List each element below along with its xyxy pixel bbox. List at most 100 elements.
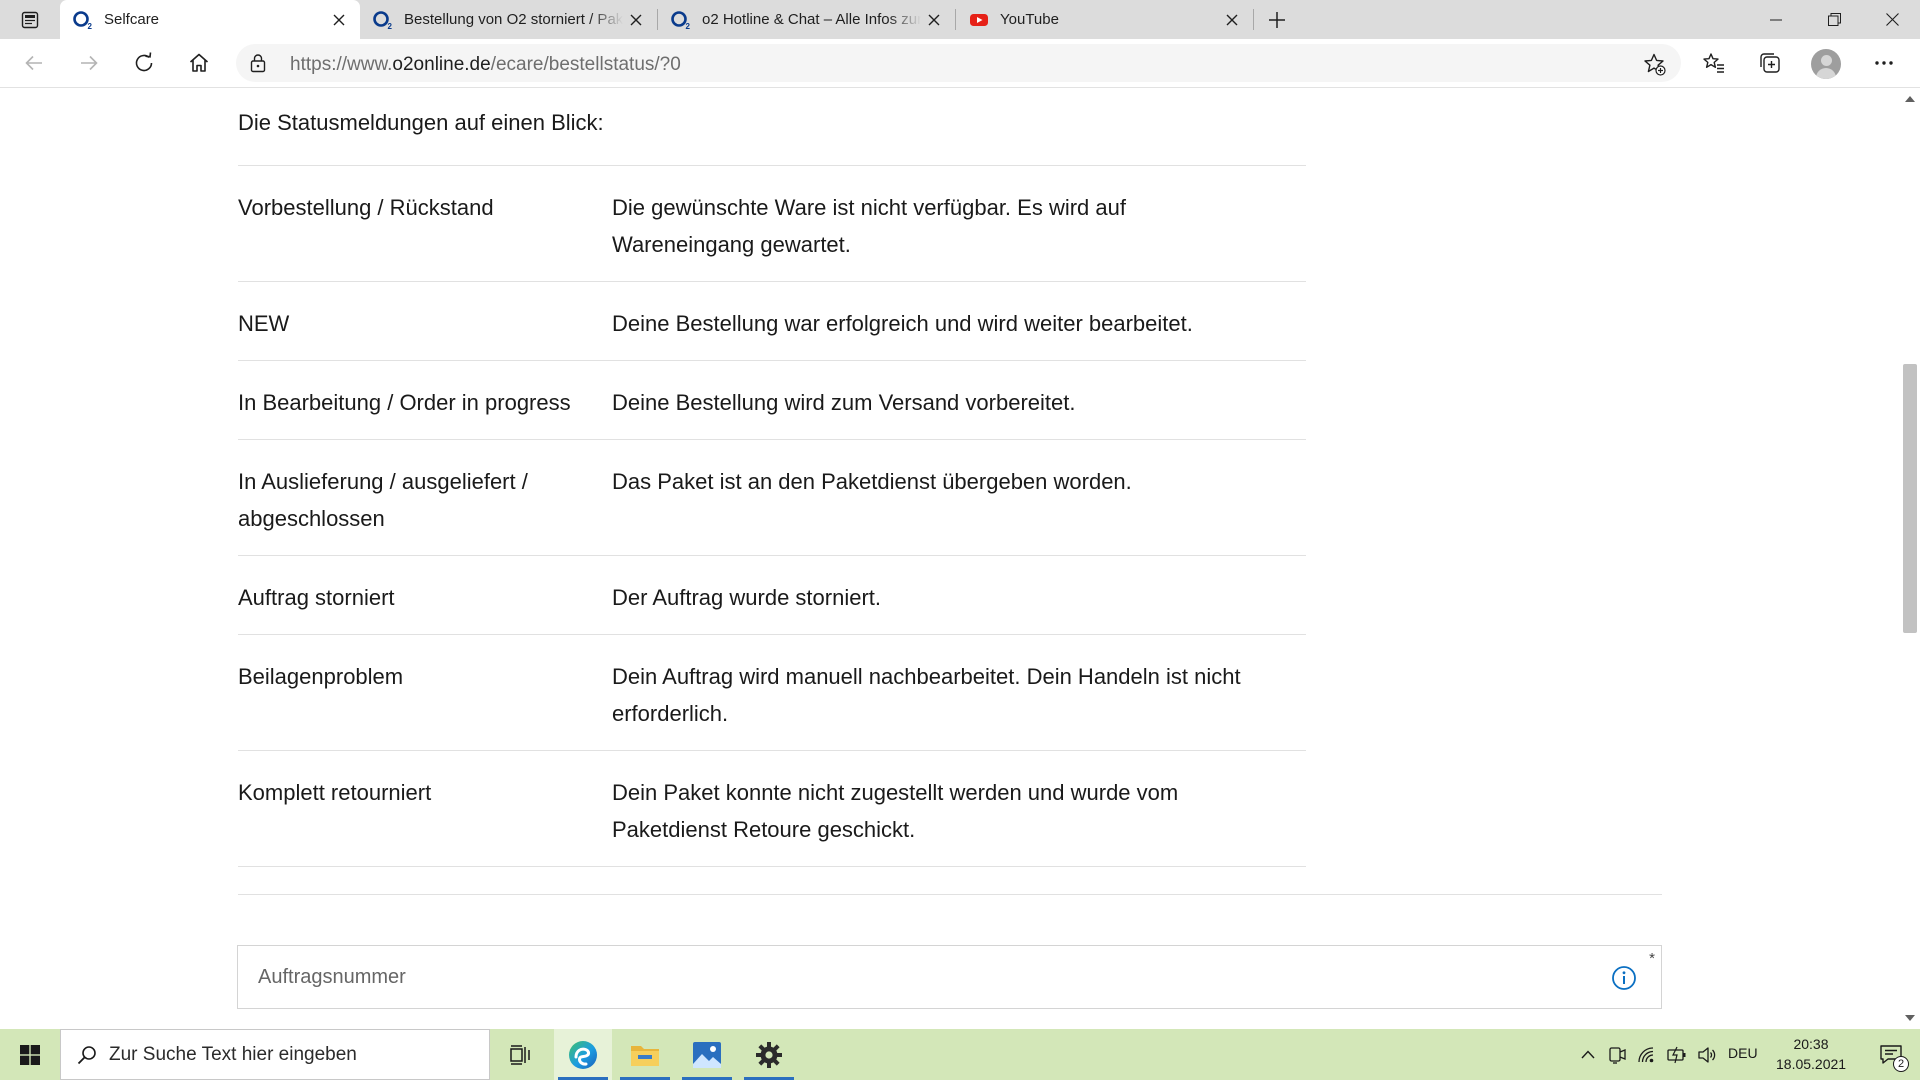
status-label: Auftrag storniert <box>238 585 395 610</box>
scroll-down-icon[interactable] <box>1900 1009 1920 1027</box>
lock-icon[interactable] <box>250 53 266 73</box>
status-description: Das Paket ist an den Paketdienst übergeb… <box>612 469 1132 494</box>
status-label: Vorbestellung / Rückstand <box>238 195 494 220</box>
tab-title: Bestellung von O2 storniert / Paket <box>404 11 623 28</box>
o2-logo-icon: 2 <box>670 9 692 31</box>
start-button[interactable] <box>0 1029 60 1080</box>
order-number-input[interactable] <box>238 946 1578 1008</box>
tray-meet-now[interactable] <box>1604 1029 1630 1080</box>
tab-actions-icon <box>21 11 39 28</box>
chevron-up-icon <box>1581 1050 1595 1059</box>
tray-network[interactable] <box>1634 1029 1660 1080</box>
table-row: NEW Deine Bestellung war erfolgreich und… <box>238 282 1306 361</box>
windows-taskbar: Zur Suche Text hier eingeben DEU 20:38 1… <box>0 1029 1920 1080</box>
forward-button[interactable] <box>71 46 107 80</box>
tab-actions-button[interactable] <box>0 0 60 39</box>
collections-button[interactable] <box>1752 46 1788 80</box>
collections-icon <box>1760 53 1780 73</box>
battery-icon <box>1667 1046 1686 1063</box>
minimize-button[interactable] <box>1748 0 1804 39</box>
table-row: Komplett retourniert Dein Paket konnte n… <box>238 751 1306 867</box>
close-tab-icon[interactable] <box>326 7 352 33</box>
page-scrollbar[interactable] <box>1900 88 1920 1029</box>
restore-button[interactable] <box>1806 0 1862 39</box>
info-icon[interactable] <box>1611 965 1637 991</box>
address-bar[interactable]: https://www.o2online.de/ecare/bestellsta… <box>236 44 1681 82</box>
svg-text:2: 2 <box>686 22 691 31</box>
taskbar-edge[interactable] <box>554 1029 612 1080</box>
o2-logo-icon: 2 <box>72 9 94 31</box>
wifi-icon <box>1638 1046 1654 1062</box>
input-language-indicator[interactable]: DEU <box>1728 1045 1758 1061</box>
status-description: Deine Bestellung wird zum Versand vorber… <box>612 390 1076 415</box>
profile-avatar[interactable] <box>1811 49 1841 79</box>
status-description: Die gewünschte Ware ist nicht verfügbar.… <box>612 195 1126 257</box>
taskbar-clock[interactable]: 20:38 18.05.2021 <box>1776 1034 1846 1074</box>
browser-toolbar: https://www.o2online.de/ecare/bestellsta… <box>0 39 1920 88</box>
plus-icon <box>1269 12 1285 28</box>
tab-separator <box>1253 9 1254 30</box>
tab-o2-hotline[interactable]: 2 o2 Hotline & Chat – Alle Infos zur <box>658 0 955 39</box>
home-button[interactable] <box>181 46 217 80</box>
taskbar-settings[interactable] <box>740 1029 798 1080</box>
tab-bestellung-storniert[interactable]: 2 Bestellung von O2 storniert / Paket <box>360 0 657 39</box>
status-label: In Bearbeitung / Order in progress <box>238 390 571 415</box>
tab-youtube[interactable]: YouTube <box>956 0 1253 39</box>
more-icon <box>1875 61 1893 65</box>
order-number-field: * <box>237 945 1662 1009</box>
status-description: Dein Auftrag wird manuell nachbearbeitet… <box>612 664 1241 726</box>
notification-count-badge: 2 <box>1893 1056 1909 1072</box>
status-table: Vorbestellung / Rückstand Die gewünschte… <box>238 165 1306 867</box>
search-icon <box>77 1045 96 1064</box>
folder-icon <box>631 1045 659 1066</box>
taskbar-search-box[interactable]: Zur Suche Text hier eingeben <box>60 1029 490 1080</box>
tab-selfcare[interactable]: 2 Selfcare <box>60 0 360 39</box>
action-center-button[interactable]: 2 <box>1866 1029 1916 1080</box>
tab-title: YouTube <box>1000 11 1059 28</box>
o2-logo-icon: 2 <box>372 9 394 31</box>
taskbar-photos[interactable] <box>678 1029 736 1080</box>
table-row: Auftrag storniert Der Auftrag wurde stor… <box>238 556 1306 635</box>
table-row: In Bearbeitung / Order in progress Deine… <box>238 361 1306 440</box>
arrow-right-icon <box>81 55 98 71</box>
tab-title: Selfcare <box>104 11 160 28</box>
scroll-up-icon[interactable] <box>1900 90 1920 108</box>
tray-battery[interactable] <box>1664 1029 1690 1080</box>
home-icon <box>189 53 209 72</box>
task-view-button[interactable] <box>492 1029 550 1080</box>
back-button[interactable] <box>16 46 52 80</box>
status-description: Deine Bestellung war erfolgreich und wir… <box>612 311 1193 336</box>
svg-text:2: 2 <box>88 22 93 31</box>
section-divider <box>238 894 1662 895</box>
show-hidden-icons-button[interactable] <box>1576 1029 1600 1080</box>
clock-date: 18.05.2021 <box>1776 1056 1847 1072</box>
status-label: Beilagenproblem <box>238 664 404 689</box>
refresh-button[interactable] <box>126 46 162 80</box>
new-tab-button[interactable] <box>1258 6 1296 34</box>
svg-text:2: 2 <box>388 22 393 31</box>
required-marker: * <box>1649 950 1655 967</box>
minimize-icon <box>1770 19 1782 20</box>
close-tab-icon[interactable] <box>921 7 947 33</box>
close-tab-icon[interactable] <box>623 7 649 33</box>
add-favorite-icon[interactable] <box>1641 51 1667 77</box>
favorites-button[interactable] <box>1696 46 1732 80</box>
favorites-icon <box>1703 53 1724 73</box>
status-description: Der Auftrag wurde storniert. <box>612 585 882 610</box>
url-text: https://www.o2online.de/ecare/bestellsta… <box>290 54 681 75</box>
status-label: Komplett retourniert <box>238 780 432 805</box>
scroll-thumb[interactable] <box>1903 364 1917 633</box>
close-tab-icon[interactable] <box>1219 7 1245 33</box>
status-description: Dein Paket konnte nicht zugestellt werde… <box>612 780 1179 842</box>
close-window-button[interactable] <box>1864 0 1920 39</box>
table-row: Beilagenproblem Dein Auftrag wird manuel… <box>238 635 1306 751</box>
status-label: In Auslieferung / ausgeliefert / abgesch… <box>238 469 528 531</box>
youtube-icon <box>968 9 990 31</box>
edge-browser-icon <box>569 1040 597 1069</box>
refresh-icon <box>135 52 153 72</box>
taskbar-search-placeholder: Zur Suche Text hier eingeben <box>109 1043 357 1065</box>
taskbar-file-explorer[interactable] <box>616 1029 674 1080</box>
tray-volume[interactable] <box>1694 1029 1720 1080</box>
close-icon <box>1885 13 1899 26</box>
settings-more-button[interactable] <box>1866 46 1902 80</box>
